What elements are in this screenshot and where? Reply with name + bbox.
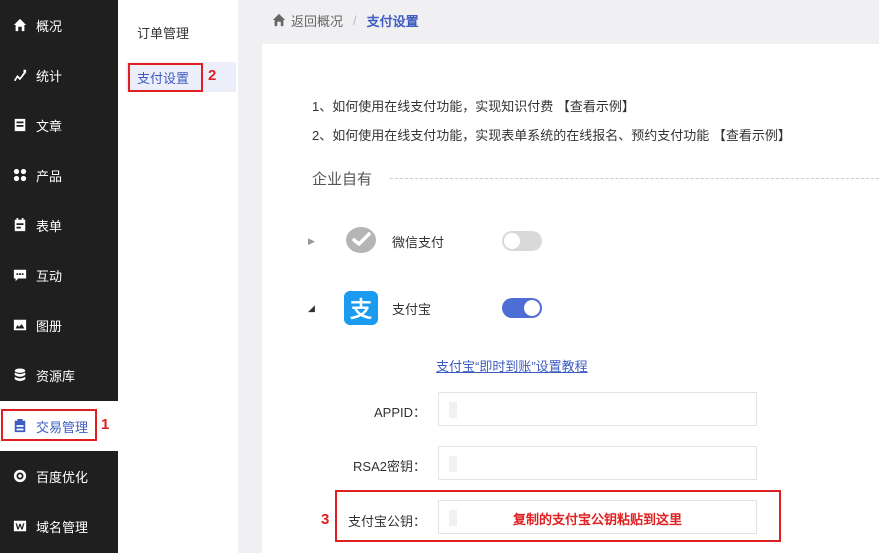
sidebar-item-label: 资源库 [36,368,76,384]
paste-hint-annotation: 复制的支付宝公钥粘贴到这里 [512,512,682,527]
alipay-tutorial-link[interactable]: 支付宝“即时到账”设置教程 [436,356,588,375]
sidebar-item-overview[interactable]: 概况 [0,0,118,50]
wechat-pay-icon [344,224,378,258]
wechat-pay-row: ▶ 微信支付 [308,224,542,258]
sidebar-item-label: 表单 [36,218,63,234]
article-icon [12,117,28,133]
target-icon [12,468,28,484]
sidebar-item-label: 百度优化 [36,469,89,485]
alipay-row: ◢ 支 支付宝 [308,291,542,325]
w-icon [12,518,28,534]
sidebar-item-label: 统计 [36,68,63,84]
section-title: 企业自有 [312,171,373,188]
sidebar-item-label: 概况 [36,18,63,34]
database-icon [12,367,28,383]
annotation-number-1: 1 [101,416,110,433]
submenu-item-label: 订单管理 [137,25,190,41]
sidebar-item-label: 互动 [36,268,63,284]
alipay-label: 支付宝 [392,301,432,317]
grid-icon [12,167,28,183]
input-value-masked [449,456,457,472]
sidebar-item-articles[interactable]: 文章 [0,100,118,150]
appid-label: APPID： [373,405,426,420]
image-icon [12,317,28,333]
sidebar-item-domain-management[interactable]: 域名管理 [0,501,118,551]
toggle-knob [504,233,520,249]
sidebar-item-label: 文章 [36,118,63,134]
breadcrumb-back-link[interactable]: 返回概况 [291,11,343,30]
submenu-item-orders[interactable]: 订单管理 [126,17,236,47]
home-icon [12,17,28,33]
section-divider [390,178,879,179]
alipay-public-key-input[interactable]: 复制的支付宝公钥粘贴到这里 [438,500,757,534]
sidebar-item-label: 产品 [36,168,63,184]
help-tip-form-payment[interactable]: 2、如何使用在线支付功能，实现表单系统的在线报名、预约支付功能 【查看示例】 [312,125,791,144]
sidebar-item-label: 域名管理 [36,519,89,535]
alipay-icon: 支 [344,291,378,325]
annotation-number-3: 3 [321,511,330,528]
breadcrumb-separator: / [353,12,357,28]
alipay-toggle[interactable] [502,298,542,318]
sidebar-item-stats[interactable]: 统计 [0,50,118,100]
sidebar-item-products[interactable]: 产品 [0,150,118,200]
input-value-masked [449,402,457,418]
highlight-box [1,409,97,441]
sidebar-item-label: 图册 [36,318,63,334]
home-icon[interactable] [272,13,291,28]
collapse-caret-icon[interactable]: ◢ [308,303,344,314]
rsa2-key-input[interactable] [438,446,757,480]
wechat-pay-toggle[interactable] [502,231,542,251]
breadcrumb-current: 支付设置 [366,13,419,29]
sidebar-item-forms[interactable]: 表单 [0,200,118,250]
rsa2-key-label: RSA2密钥： [353,459,426,474]
sidebar-item-gallery[interactable]: 图册 [0,300,118,350]
sidebar-item-interaction[interactable]: 互动 [0,250,118,300]
main-sidebar: 概况 统计 文章 产品 表单 互动 图册 资源库 交易管理 百度优化 域名管理 [0,0,118,553]
annotation-number-2: 2 [208,67,217,84]
form-icon [12,217,28,233]
sidebar-item-baidu-seo[interactable]: 百度优化 [0,451,118,501]
appid-input[interactable] [438,392,757,426]
alipay-icon-glyph: 支 [349,298,372,323]
toggle-knob [524,300,540,316]
chart-icon [12,67,28,83]
highlight-box [128,63,203,92]
chat-icon [12,267,28,283]
expand-caret-icon[interactable]: ▶ [308,236,344,247]
help-tip-knowledge-payment[interactable]: 1、如何使用在线支付功能，实现知识付费 【查看示例】 [312,96,635,115]
wechat-pay-label: 微信支付 [392,234,445,250]
sidebar-item-resources[interactable]: 资源库 [0,350,118,400]
breadcrumb: 返回概况 / 支付设置 [238,0,879,40]
payment-settings-panel: 1、如何使用在线支付功能，实现知识付费 【查看示例】 2、如何使用在线支付功能，… [262,44,879,553]
